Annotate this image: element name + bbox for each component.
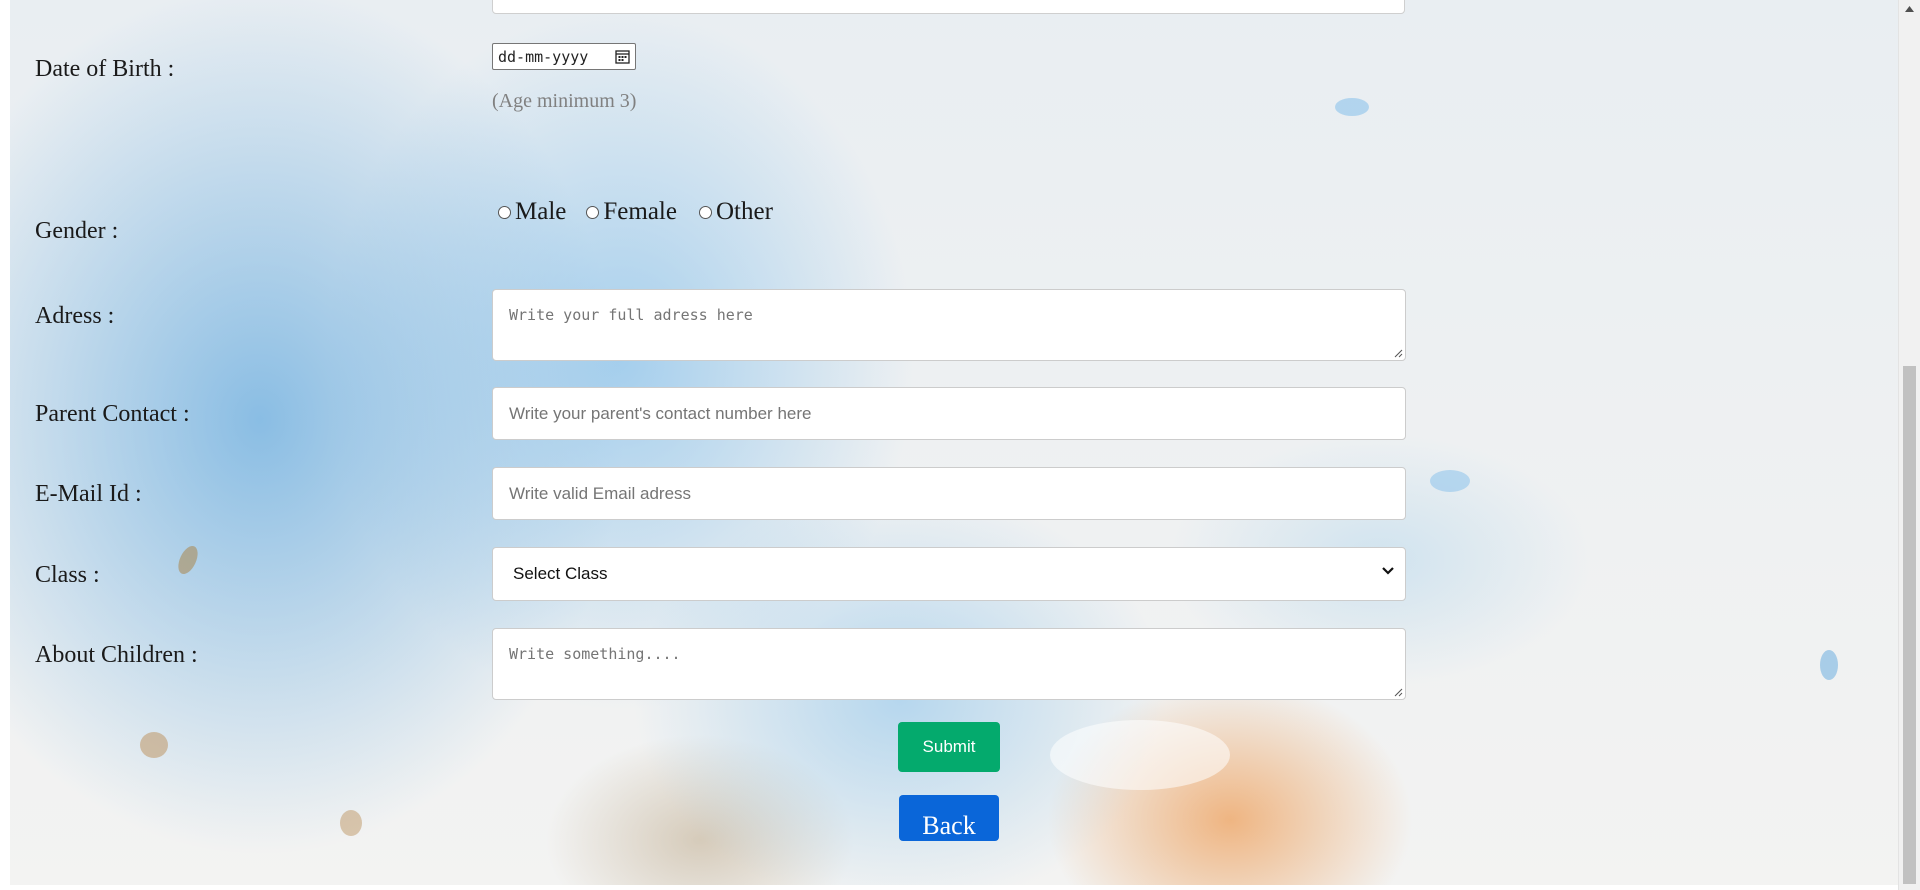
paint-splotch (174, 543, 202, 577)
resize-handle-icon[interactable] (1393, 348, 1403, 358)
paint-splotch (340, 810, 362, 836)
dob-placeholder: dd-mm-yyyy (498, 47, 589, 66)
calendar-icon[interactable] (615, 49, 630, 64)
class-select[interactable]: Select Class (492, 547, 1406, 601)
dob-label: Date of Birth : (35, 56, 175, 82)
submit-button[interactable]: Submit (898, 722, 1000, 772)
paint-splotch (1820, 650, 1838, 680)
vertical-scrollbar[interactable] (1898, 0, 1920, 890)
address-placeholder: Write your full adress here (509, 306, 753, 324)
about-textarea[interactable]: Write something.... (492, 628, 1406, 700)
back-button[interactable]: Back (899, 795, 999, 841)
gender-option-label: Male (515, 198, 567, 225)
paint-splotch (1335, 98, 1369, 116)
resize-handle-icon[interactable] (1393, 687, 1403, 697)
parent-contact-input[interactable]: Write your parent's contact number here (492, 387, 1406, 440)
parent-contact-label: Parent Contact : (35, 401, 190, 427)
gender-option-other[interactable]: Other (698, 198, 773, 226)
gender-option-female[interactable]: Female (586, 198, 677, 226)
gender-option-male[interactable]: Male (498, 198, 566, 226)
email-placeholder: Write valid Email adress (509, 483, 692, 503)
class-label: Class : (35, 562, 100, 588)
gender-option-label: Other (715, 198, 773, 225)
scroll-up-arrow-icon[interactable] (1899, 0, 1920, 17)
radio-button[interactable] (498, 205, 511, 219)
email-input[interactable]: Write valid Email adress (492, 467, 1406, 520)
paint-splotch (1050, 720, 1230, 790)
address-textarea[interactable]: Write your full adress here (492, 289, 1406, 361)
about-label: About Children : (35, 642, 198, 668)
chevron-down-icon (1382, 567, 1394, 575)
about-placeholder: Write something.... (509, 645, 681, 663)
address-label: Adress : (35, 303, 115, 329)
age-note: (Age minimum 3) (492, 90, 637, 112)
scrollbar-thumb[interactable] (1903, 366, 1916, 884)
page-left-edge (0, 0, 10, 890)
paint-splotch (1430, 470, 1470, 492)
radio-button[interactable] (698, 205, 712, 219)
gender-option-label: Female (603, 198, 677, 225)
class-selected-value: Select Class (513, 564, 608, 583)
gender-label: Gender : (35, 218, 119, 244)
parent-contact-placeholder: Write your parent's contact number here (509, 403, 812, 423)
dob-input[interactable]: dd-mm-yyyy (492, 43, 636, 70)
gender-radio-group: Male Female Other (498, 198, 793, 226)
radio-button[interactable] (586, 205, 600, 219)
paint-splotch (140, 732, 168, 758)
page-bottom-edge (0, 885, 1898, 890)
email-label: E-Mail Id : (35, 481, 142, 507)
previous-field-input[interactable] (492, 0, 1405, 14)
